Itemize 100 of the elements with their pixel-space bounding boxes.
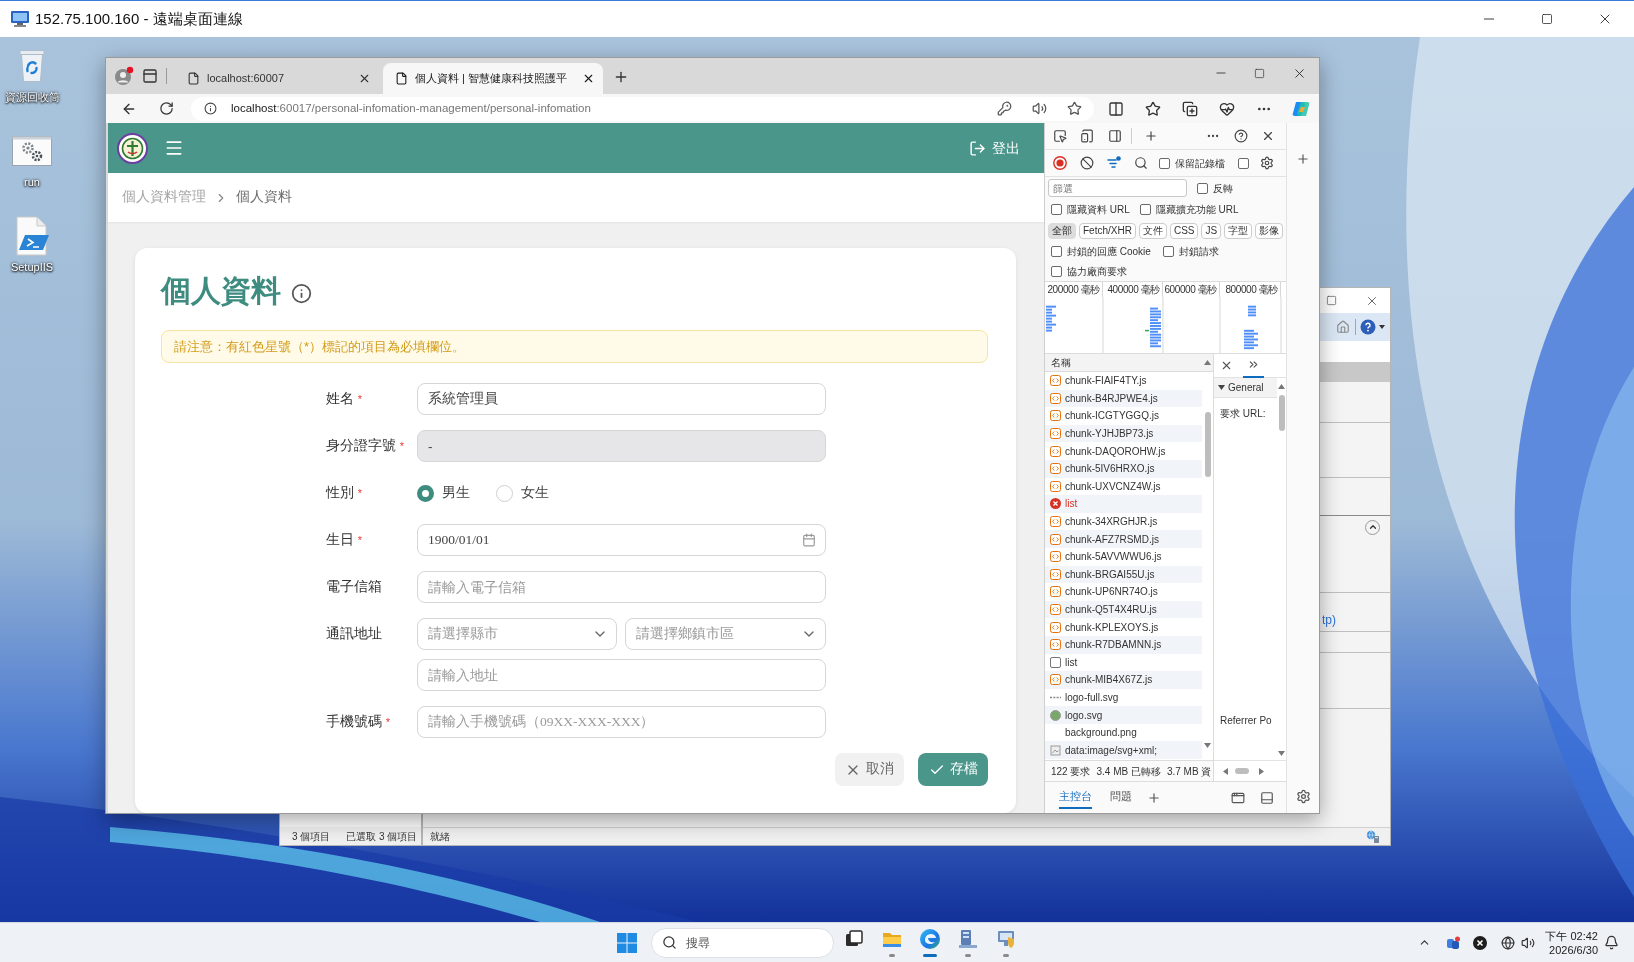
record-icon[interactable] <box>1053 156 1067 170</box>
scroll-up-icon[interactable] <box>1204 360 1211 365</box>
scrollbar-thumb[interactable] <box>1278 395 1285 431</box>
type-filter-chip[interactable]: 字型 <box>1224 222 1253 239</box>
drawer-tab[interactable]: 主控台 <box>1059 786 1092 809</box>
devices-icon[interactable] <box>1080 129 1094 143</box>
maximize-icon[interactable] <box>1541 13 1553 25</box>
cancel-button[interactable]: 取消 <box>835 753 904 786</box>
checkbox[interactable] <box>1051 265 1062 277</box>
checkbox[interactable] <box>1159 157 1170 169</box>
menu-icon[interactable] <box>164 138 184 158</box>
split-screen-icon[interactable] <box>1108 100 1124 117</box>
settings-icon[interactable] <box>1295 789 1311 804</box>
checkbox[interactable] <box>1051 204 1062 215</box>
emblem-logo-icon[interactable] <box>117 132 148 164</box>
window-icon[interactable] <box>1231 790 1245 805</box>
help-icon[interactable] <box>1360 319 1376 335</box>
radio-button[interactable] <box>496 484 513 502</box>
clock-date[interactable]: 2026/6/30 <box>1549 942 1598 957</box>
server-icon[interactable] <box>957 928 979 950</box>
caret-down-icon[interactable] <box>1218 385 1225 390</box>
plus-icon[interactable] <box>1296 152 1310 166</box>
checkbox[interactable] <box>1238 157 1249 169</box>
type-filter-chip[interactable]: 文件 <box>1138 222 1167 239</box>
info-icon[interactable] <box>291 282 312 304</box>
key-icon[interactable] <box>997 101 1012 116</box>
close-icon[interactable] <box>1261 129 1275 143</box>
slash-circle-icon[interactable] <box>1080 156 1094 170</box>
calendar-icon[interactable] <box>802 533 816 547</box>
new-tab-icon[interactable] <box>613 69 629 85</box>
scrollbar-thumb[interactable] <box>1235 768 1249 774</box>
date-input[interactable]: 1900/01/01 <box>417 524 826 556</box>
profile-icon[interactable] <box>114 66 134 86</box>
search-icon[interactable] <box>1134 156 1148 170</box>
heart-pulse-icon[interactable] <box>1219 100 1235 117</box>
radio-button[interactable] <box>417 484 434 502</box>
scroll-left-icon[interactable] <box>1223 767 1228 775</box>
dropdown-caret-icon[interactable] <box>1379 325 1385 329</box>
text-input[interactable]: 系統管理員 <box>417 383 826 415</box>
text-input[interactable]: 請輸入電子信箱 <box>417 571 826 603</box>
request-row[interactable]: chunk-AFZ7RSMD.js <box>1045 530 1202 548</box>
scrollbar-thumb[interactable] <box>1204 412 1211 477</box>
type-filter-chip[interactable]: JS <box>1201 222 1222 239</box>
checkbox[interactable] <box>1139 204 1151 215</box>
panel-icon[interactable] <box>1108 129 1122 143</box>
network-icon[interactable] <box>995 928 1017 950</box>
start-icon[interactable] <box>617 932 637 953</box>
globe-icon[interactable] <box>1501 935 1516 950</box>
pointer-square-icon[interactable] <box>1053 129 1067 143</box>
scroll-down-icon[interactable] <box>1204 743 1211 748</box>
type-filter-chip[interactable]: 影像 <box>1255 222 1284 239</box>
home-icon[interactable] <box>1336 320 1350 334</box>
swirl-logo-icon[interactable] <box>1292 99 1310 118</box>
request-row[interactable]: chunk-MIB4X67Z.js <box>1045 671 1202 689</box>
type-filter-chip[interactable]: 全部 <box>1048 222 1076 239</box>
filter-icon[interactable] <box>1107 156 1121 170</box>
plus-icon[interactable] <box>1144 129 1158 143</box>
close-icon[interactable] <box>1220 359 1233 372</box>
maximize-icon[interactable] <box>1254 67 1265 79</box>
browser-tab[interactable]: localhost:60007 <box>175 64 379 92</box>
panel-icon[interactable] <box>1260 790 1274 805</box>
type-filter-chip[interactable]: CSS <box>1169 222 1199 239</box>
close-tab-icon[interactable] <box>582 72 595 85</box>
app-icon[interactable] <box>1446 935 1461 950</box>
scroll-down-icon[interactable] <box>1278 751 1285 756</box>
maximize-icon[interactable] <box>1326 295 1337 306</box>
scroll-right-icon[interactable] <box>1259 767 1264 775</box>
filter-input[interactable]: 篩選 <box>1048 179 1187 197</box>
gears-window-icon[interactable] <box>12 136 52 166</box>
collections-icon[interactable] <box>1182 100 1198 117</box>
star-icon[interactable] <box>1067 101 1082 116</box>
search-field[interactable]: 搜尋 <box>651 927 834 958</box>
drawer-tab[interactable]: 問題 <box>1110 786 1132 809</box>
checkbox[interactable] <box>1197 182 1208 194</box>
browser-icon[interactable] <box>919 928 941 950</box>
plus-icon[interactable] <box>1147 790 1161 805</box>
text-input[interactable]: 請輸入地址 <box>417 659 826 691</box>
recycle-bin-icon[interactable] <box>17 49 47 83</box>
info-icon[interactable] <box>204 102 217 115</box>
browser-tab[interactable]: 個人資料 | 智慧健康科技照護平 <box>383 63 603 94</box>
checkbox[interactable] <box>1162 245 1174 257</box>
bell-icon[interactable] <box>1604 935 1619 950</box>
request-row[interactable]: logo.svg <box>1045 706 1202 724</box>
scroll-up-icon[interactable] <box>1278 384 1285 389</box>
speaker-icon[interactable] <box>1521 935 1536 950</box>
collapse-button[interactable] <box>1365 519 1380 535</box>
checkbox[interactable] <box>1051 245 1062 257</box>
x-circle-icon[interactable] <box>1473 935 1488 950</box>
script-file-icon[interactable] <box>13 216 51 256</box>
address-bar[interactable]: localhost:60017/personal-infomation-management/personal-infomation <box>191 96 1094 121</box>
link[interactable]: tp) <box>1322 611 1336 629</box>
favorites-icon[interactable] <box>1145 100 1161 117</box>
text-input[interactable]: 請輸入手機號碼（09XX-XXX-XXX） <box>417 706 826 738</box>
help-icon[interactable] <box>1234 129 1248 143</box>
speaker-icon[interactable] <box>1032 101 1047 116</box>
request-row[interactable]: data:image/svg+xml; <box>1045 741 1202 760</box>
type-filter-chip[interactable]: Fetch/XHR <box>1079 222 1136 239</box>
request-row[interactable]: list <box>1045 495 1202 513</box>
clock-time[interactable]: 下午 02:42 <box>1545 928 1598 943</box>
refresh-icon[interactable] <box>159 101 174 116</box>
